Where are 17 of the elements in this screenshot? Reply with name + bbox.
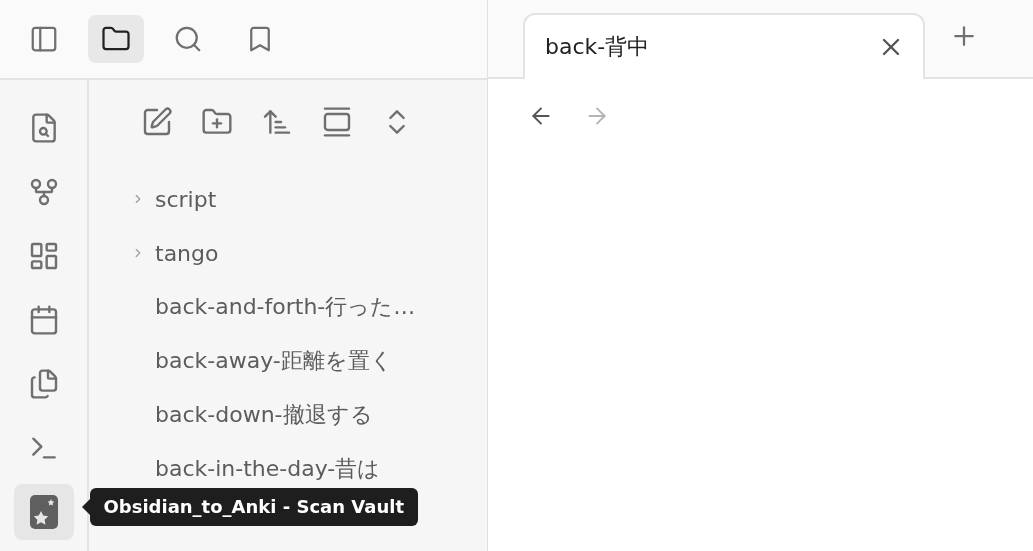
tooltip: Obsidian_to_Anki - Scan Vault (89, 488, 418, 526)
folder-item[interactable]: script (155, 186, 217, 212)
file-item[interactable]: back-down-撤退する (155, 400, 373, 430)
folder-item[interactable]: tango (155, 240, 219, 266)
star-card-icon (29, 495, 58, 529)
tab-title: back-背中 (545, 33, 650, 61)
file-item[interactable]: back-away-距離を置く (155, 346, 393, 376)
new-note-icon[interactable] (141, 106, 173, 138)
folder-tab[interactable] (88, 15, 144, 63)
editor-tab[interactable]: back-背中 (523, 13, 925, 79)
sidebar-toggle-icon (29, 24, 59, 54)
file-item[interactable]: back-in-the-day-昔は (155, 454, 381, 484)
search-icon (173, 24, 203, 54)
tooltip-pointer (81, 499, 90, 515)
ribbon-button[interactable] (13, 484, 74, 540)
collapse-icon[interactable] (321, 106, 353, 138)
file-item[interactable]: back-and-forth-行った… (155, 292, 416, 322)
